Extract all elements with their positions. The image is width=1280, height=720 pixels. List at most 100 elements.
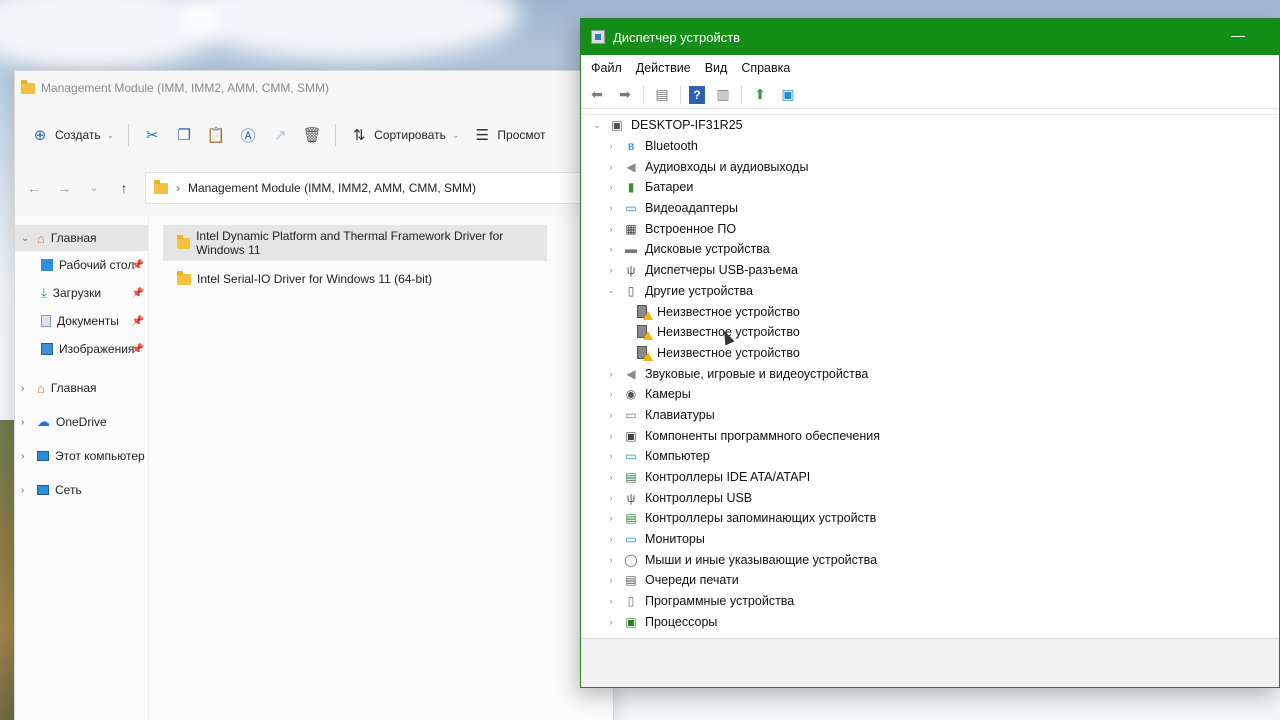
sidebar-item-downloads[interactable]: ⤓ Загрузки 📌 [15,279,148,307]
tree-item-category[interactable]: › ◯ Мыши и иные указывающие устройства [581,549,1279,570]
tree-item-unknown-device[interactable]: Неизвестное устройство [581,343,1279,364]
minimize-icon[interactable]: — [1231,27,1245,43]
tree-item-category[interactable]: › ▤ Контроллеры IDE ATA/ATAPI [581,467,1279,488]
warning-device-icon [637,345,653,361]
forward-arrow-icon[interactable]: ➡ [615,85,635,105]
chevron-right-icon: › [21,450,25,462]
tree-item-category[interactable]: › ψ Диспетчеры USB-разъема [581,260,1279,281]
tree-item-label: Видеоадаптеры [645,201,738,216]
device-category-icon: ▣ [625,614,637,629]
tree-item-category[interactable]: › ▣ Процессоры [581,612,1279,633]
list-item[interactable]: Intel Dynamic Platform and Thermal Frame… [163,225,547,261]
sidebar-item-documents[interactable]: Документы 📌 [15,307,148,335]
sidebar-item-home[interactable]: ⌄ ⌂ Главная [15,225,148,251]
sidebar-item-label: Документы [57,314,119,328]
tree-item-category[interactable]: › ▣ Компоненты программного обеспечения [581,425,1279,446]
tree-item-label: Клавиатуры [645,407,715,422]
sidebar-item-onedrive[interactable]: › ☁ OneDrive [15,405,148,439]
sidebar-item-home-section[interactable]: › ⌂ Главная [15,371,148,405]
document-icon [41,315,51,327]
device-category-icon: ▭ [625,201,637,216]
menu-item-view[interactable]: Вид [705,61,728,75]
home-icon: ⌂ [37,230,45,246]
view-label: Просмот [497,128,546,142]
copy-icon[interactable]: ❐ [175,126,193,144]
device-category-icon: ▤ [625,511,637,526]
chevron-right-icon: › [609,575,613,586]
update-driver-icon[interactable]: ⬆ [750,85,770,105]
tree-item-category[interactable]: › ◀ Аудиовходы и аудиовыходы [581,156,1279,177]
tree-item-label: Неизвестное устройство [657,304,800,319]
device-category-icon: ▤ [625,573,637,588]
sidebar-item-label: Этот компьютер [55,449,145,463]
sidebar-item-desktop[interactable]: Рабочий стол 📌 [15,251,148,279]
sidebar-item-pictures[interactable]: Изображения 📌 [15,335,148,363]
explorer-title-bar: Management Module (IMM, IMM2, AMM, CMM, … [15,71,613,105]
chevron-right-icon: › [609,244,613,255]
back-arrow-icon[interactable]: ← [25,180,43,196]
console-icon[interactable]: ▥ [713,85,733,105]
tree-item-category[interactable]: › ▭ Видеоадаптеры [581,198,1279,219]
rename-icon[interactable]: Ⓐ [239,126,257,145]
help-icon[interactable]: ? [689,85,705,104]
cut-icon[interactable]: ✂ [143,126,161,144]
pin-icon: 📌 [131,315,144,327]
chevron-right-icon: › [609,616,613,627]
toolbar-divider [335,124,337,146]
scan-hardware-icon[interactable]: ▣ [778,85,798,105]
tree-item-category[interactable]: › ▯ Программные устройства [581,591,1279,612]
tree-item-category[interactable]: › ▤ Очереди печати [581,570,1279,591]
pin-icon: 📌 [131,343,144,355]
paste-icon[interactable]: 📋 [207,126,226,144]
tree-item-category[interactable]: › ▬ Дисковые устройства [581,239,1279,260]
recent-chevron-icon[interactable]: ⌄ [85,183,103,194]
desktop-icon [41,259,53,271]
tree-item-category[interactable]: › ▭ Компьютер [581,446,1279,467]
tree-item-category[interactable]: › ▤ Контроллеры запоминающих устройств [581,508,1279,529]
tree-item-other-devices[interactable]: ⌄ ▯ Другие устройства [581,281,1279,302]
tree-item-category[interactable]: › ▮ Батареи [581,177,1279,198]
tree-item-category[interactable]: › ▦ Встроенное ПО [581,218,1279,239]
sidebar-item-this-pc[interactable]: › Этот компьютер [15,439,148,473]
create-button[interactable]: ⊕ Создать ⌄ [31,126,114,144]
menu-item-action[interactable]: Действие [636,61,691,75]
tree-item-category[interactable]: ›▭Сетевые адаптеры [581,632,1279,638]
device-manager-toolbar: ⬅ ➡ ▤ ? ▥ ⬆ ▣ [581,81,1279,109]
chevron-right-icon: › [609,409,613,420]
view-button[interactable]: ☰ Просмот [473,126,546,144]
device-manager-icon [591,30,605,44]
tree-item-category[interactable]: › ◀ Звуковые, игровые и видеоустройства [581,363,1279,384]
chevron-right-icon: › [609,534,613,545]
folder-icon [177,234,191,249]
back-arrow-icon[interactable]: ⬅ [587,85,607,105]
device-category-icon: ʙ [627,139,635,154]
menu-item-help[interactable]: Справка [741,61,790,75]
folder-icon [177,270,191,285]
tree-item-category[interactable]: › ʙ Bluetooth [581,136,1279,157]
delete-icon[interactable]: 🗑 [303,126,322,144]
tree-item-label: Дисковые устройства [645,242,770,257]
warning-device-icon [637,304,653,320]
toolbar-divider [741,85,742,104]
tree-item-unknown-device[interactable]: Неизвестное устройство [581,322,1279,343]
tree-item-category[interactable]: › ψ Контроллеры USB [581,487,1279,508]
menu-item-file[interactable]: Файл [591,61,622,75]
sidebar-item-network[interactable]: › Сеть [15,473,148,507]
sort-button[interactable]: ⇅ Сортировать ⌄ [350,126,460,144]
tree-item-category[interactable]: › ▭ Клавиатуры [581,405,1279,426]
forward-arrow-icon[interactable]: → [55,180,73,196]
image-icon [41,343,53,355]
tree-root[interactable]: ⌄ ▣ DESKTOP-IF31R25 [581,115,1279,136]
address-path: Management Module (IMM, IMM2, AMM, CMM, … [188,181,477,195]
tree-item-category[interactable]: › ▭ Мониторы [581,529,1279,550]
properties-icon[interactable]: ▤ [652,85,672,105]
chevron-down-icon: ⌄ [593,119,601,130]
chevron-right-icon: › [609,203,613,214]
tree-item-unknown-device[interactable]: Неизвестное устройство [581,301,1279,322]
tree-item-category[interactable]: › ◉ Камеры [581,384,1279,405]
list-item[interactable]: Intel Serial-IO Driver for Windows 11 (6… [163,261,547,297]
chevron-right-icon: › [609,389,613,400]
address-bar[interactable]: › Management Module (IMM, IMM2, AMM, CMM… [145,172,613,204]
up-arrow-icon[interactable]: ↑ [115,180,133,196]
share-icon[interactable]: ↗ [271,126,289,144]
